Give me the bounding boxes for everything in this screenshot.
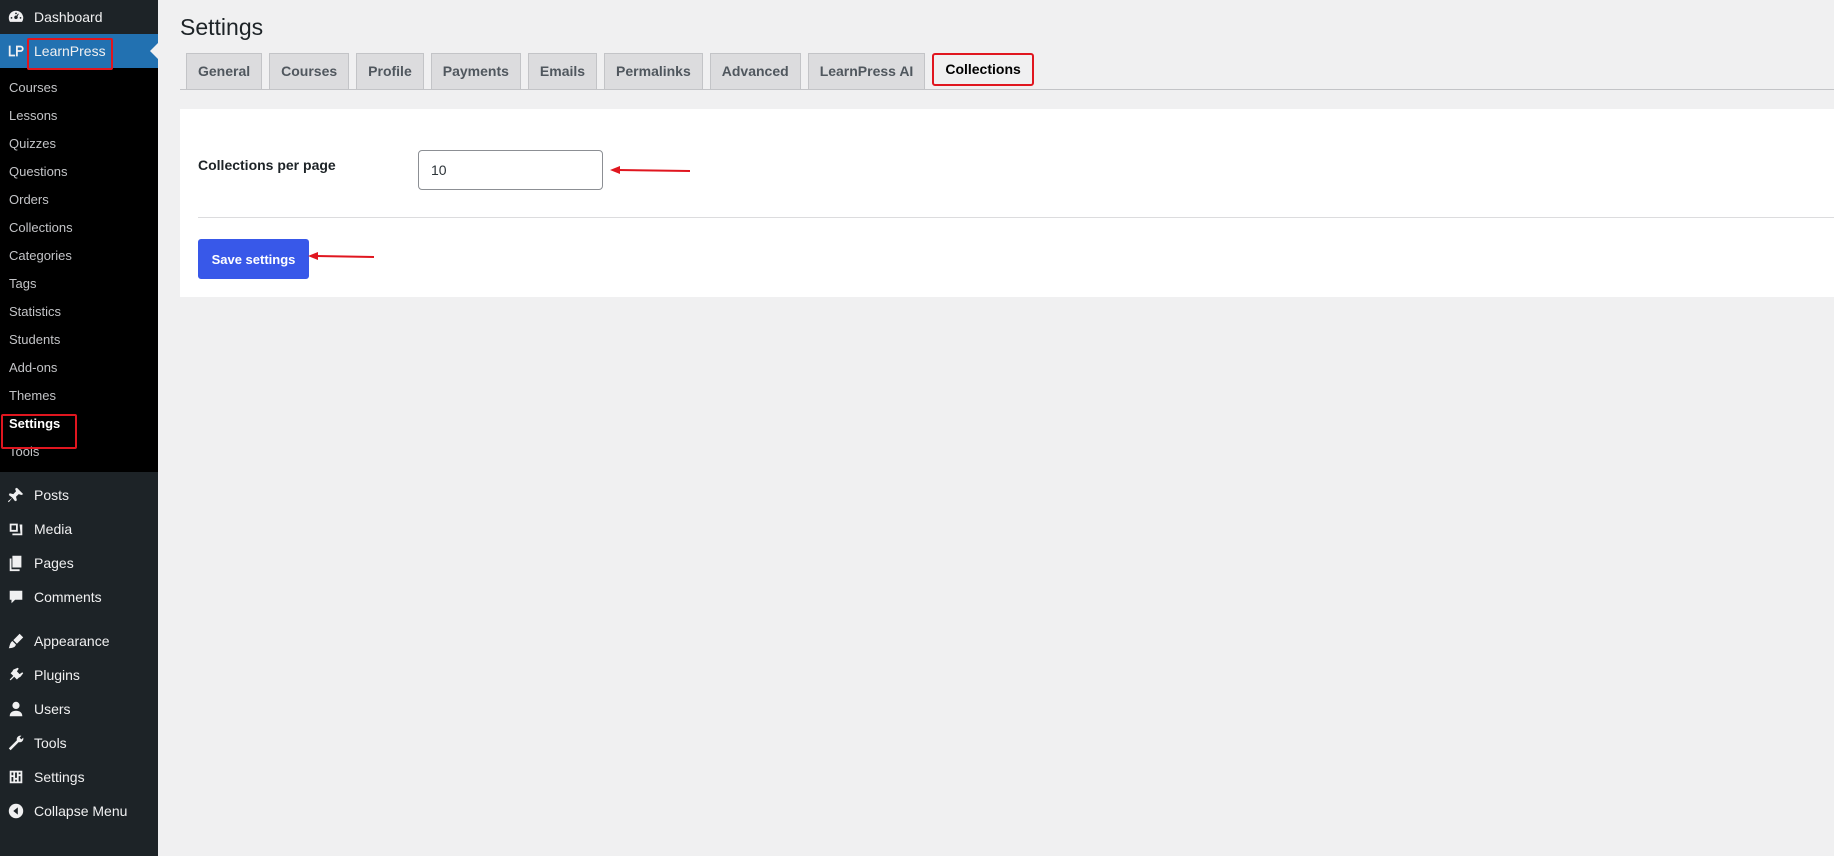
submenu-courses[interactable]: Courses xyxy=(0,74,158,102)
submenu-add-ons[interactable]: Add-ons xyxy=(0,354,158,382)
tab-general[interactable]: General xyxy=(186,53,263,89)
submenu-statistics[interactable]: Statistics xyxy=(0,298,158,326)
submenu-collections[interactable]: Collections xyxy=(0,214,158,242)
tab-payments[interactable]: Payments xyxy=(430,53,521,89)
submenu-themes[interactable]: Themes xyxy=(0,382,158,410)
tab-courses[interactable]: Courses xyxy=(269,53,350,89)
menu-comments[interactable]: Comments xyxy=(0,580,158,614)
tab-permalinks[interactable]: Permalinks xyxy=(604,53,703,89)
menu-users[interactable]: Users xyxy=(0,692,158,726)
annotation-arrow-icon xyxy=(308,252,375,260)
menu-collapse-label: Collapse Menu xyxy=(34,803,128,819)
settings-panel: Collections per page Save settings xyxy=(180,109,1834,297)
tab-collections[interactable]: Collections xyxy=(932,53,1034,86)
submenu-tools[interactable]: Tools xyxy=(0,438,158,466)
menu-plugins[interactable]: Plugins xyxy=(0,658,158,692)
menu-tools-label: Tools xyxy=(34,735,67,751)
comment-icon xyxy=(6,587,26,607)
brush-icon xyxy=(6,631,26,651)
main-content: Settings General Courses Profile Payment… xyxy=(158,0,1834,856)
menu-appearance-label: Appearance xyxy=(34,633,110,649)
menu-users-label: Users xyxy=(34,701,71,717)
tab-advanced[interactable]: Advanced xyxy=(709,53,801,89)
menu-plugins-label: Plugins xyxy=(34,667,80,683)
menu-posts[interactable]: Posts xyxy=(0,478,158,512)
menu-settings[interactable]: Settings xyxy=(0,760,158,794)
submenu-categories[interactable]: Categories xyxy=(0,242,158,270)
settings-icon xyxy=(6,767,26,787)
form-divider xyxy=(198,217,1834,218)
wrench-icon xyxy=(6,733,26,753)
menu-appearance[interactable]: Appearance xyxy=(0,624,158,658)
plugin-icon xyxy=(6,665,26,685)
menu-posts-label: Posts xyxy=(34,487,70,503)
pages-icon xyxy=(6,553,26,573)
submenu-questions[interactable]: Questions xyxy=(0,158,158,186)
submenu-students[interactable]: Students xyxy=(0,326,158,354)
menu-dashboard[interactable]: Dashboard xyxy=(0,0,158,34)
menu-learnpress-label: LearnPress xyxy=(34,43,106,59)
submenu-settings[interactable]: Settings xyxy=(0,410,158,438)
menu-collapse[interactable]: Collapse Menu xyxy=(0,794,158,828)
menu-pages-label: Pages xyxy=(34,555,74,571)
submenu-tags[interactable]: Tags xyxy=(0,270,158,298)
media-icon xyxy=(6,519,26,539)
menu-tools[interactable]: Tools xyxy=(0,726,158,760)
submenu-quizzes[interactable]: Quizzes xyxy=(0,130,158,158)
pushpin-icon xyxy=(6,485,26,505)
admin-sidebar: Dashboard LearnPress Courses Lessons Qui… xyxy=(0,0,158,856)
annotation-arrow-icon xyxy=(610,166,691,174)
menu-pages[interactable]: Pages xyxy=(0,546,158,580)
settings-tabs: General Courses Profile Payments Emails … xyxy=(180,53,1834,90)
submenu-lessons[interactable]: Lessons xyxy=(0,102,158,130)
menu-settings-label: Settings xyxy=(34,769,85,785)
tab-emails[interactable]: Emails xyxy=(527,53,598,89)
menu-learnpress[interactable]: LearnPress xyxy=(0,34,158,68)
submenu-orders[interactable]: Orders xyxy=(0,186,158,214)
collapse-icon xyxy=(6,801,26,821)
dashboard-icon xyxy=(6,7,26,27)
tab-learnpress-ai[interactable]: LearnPress AI xyxy=(807,53,926,89)
menu-dashboard-label: Dashboard xyxy=(34,9,103,25)
tab-profile[interactable]: Profile xyxy=(356,53,424,89)
collections-per-page-input[interactable] xyxy=(418,150,603,190)
learnpress-submenu: Courses Lessons Quizzes Questions Orders… xyxy=(0,68,158,472)
menu-comments-label: Comments xyxy=(34,589,102,605)
user-icon xyxy=(6,699,26,719)
main-menu: Posts Media Pages Comments Appearance Pl… xyxy=(0,472,158,828)
learnpress-icon xyxy=(6,41,26,61)
collections-per-page-label: Collections per page xyxy=(198,157,336,173)
menu-media-label: Media xyxy=(34,521,73,537)
save-settings-button[interactable]: Save settings xyxy=(198,239,309,279)
page-title: Settings xyxy=(180,14,264,40)
menu-media[interactable]: Media xyxy=(0,512,158,546)
